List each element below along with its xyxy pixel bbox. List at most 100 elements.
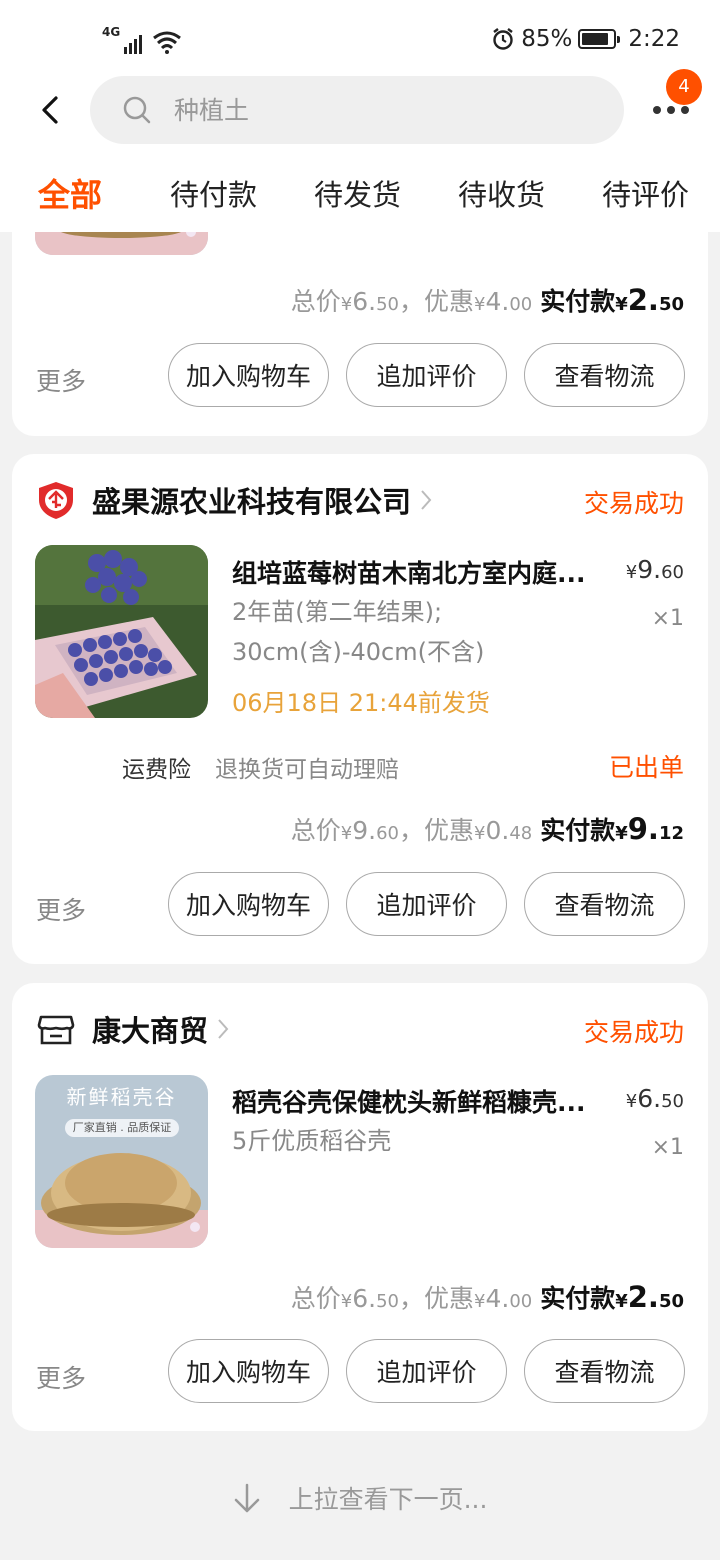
image-banner: 厂家直销 . 品质保证	[72, 1121, 172, 1134]
discount-label: 优惠	[424, 287, 475, 316]
tab-pending-receipt[interactable]: 待收货	[458, 172, 545, 214]
tab-pending-shipment[interactable]: 待发货	[314, 172, 401, 214]
paid-label: 实付款	[540, 1284, 616, 1313]
discount-label: 优惠	[424, 816, 475, 845]
paid-int: 9.	[627, 812, 659, 846]
alarm-icon	[493, 28, 513, 50]
currency-symbol: ¥	[340, 294, 353, 315]
quantity: ×1	[651, 1135, 684, 1160]
price-summary: 总价¥6.50，优惠¥4.00 实付款¥2.50	[291, 282, 684, 318]
insurance-status: 已出单	[608, 753, 684, 782]
total-int: 9.	[352, 816, 377, 845]
add-review-button[interactable]: 追加评价	[346, 343, 507, 407]
load-more-hint: 上拉查看下一页...	[0, 1480, 720, 1516]
comma-sep: ，	[398, 1284, 424, 1313]
add-to-cart-button[interactable]: 加入购物车	[168, 1339, 329, 1403]
clock: 2:22	[628, 26, 680, 52]
order-card: 康大商贸 交易成功 新鲜稻壳谷 厂家直销 . 品质保证 稻壳谷壳保健枕头新鲜稻糠…	[12, 983, 708, 1431]
paid-label: 实付款	[540, 816, 616, 845]
shipping-insurance-row[interactable]: 运费险 退换货可自动理赔	[122, 750, 399, 784]
comma-sep: ，	[398, 287, 424, 316]
network-label: 4G	[102, 25, 121, 39]
discount-label: 优惠	[424, 1284, 475, 1313]
dot-icon	[681, 106, 689, 114]
price-summary: 总价¥9.60，优惠¥0.48 实付款¥9.12	[291, 811, 684, 847]
price-int: 9.	[637, 555, 662, 584]
total-int: 6.	[352, 1284, 377, 1313]
store-icon	[37, 1015, 75, 1045]
chevron-right-icon	[218, 1019, 229, 1039]
order-card: 盛果源农业科技有限公司 交易成功 组培蓝莓树苗木南北方室内庭... ¥9.60 …	[12, 454, 708, 964]
signal-icon	[124, 30, 143, 54]
battery-fill	[582, 33, 608, 45]
back-button[interactable]	[28, 88, 72, 132]
discount-dec: 00	[509, 294, 533, 315]
dot-icon	[653, 106, 661, 114]
order-list: 总价¥6.50，优惠¥4.00 实付款¥2.50 更多 加入购物车 追加评价 查…	[0, 232, 720, 1560]
shop-row[interactable]: 康大商贸	[36, 1005, 230, 1053]
total-dec: 50	[376, 1291, 399, 1312]
order-card: 总价¥6.50，优惠¥4.00 实付款¥2.50 更多 加入购物车 追加评价 查…	[12, 232, 708, 436]
unit-price: ¥9.60	[625, 555, 684, 584]
search-input[interactable]	[174, 95, 574, 125]
view-logistics-button[interactable]: 查看物流	[524, 872, 685, 936]
image-caption: 新鲜稻壳谷	[66, 1085, 177, 1109]
product-title[interactable]: 组培蓝莓树苗木南北方室内庭...	[232, 554, 610, 590]
currency-symbol: ¥	[474, 1291, 486, 1312]
currency-symbol: ¥	[340, 1291, 353, 1312]
insurance-desc: 退换货可自动理赔	[215, 757, 399, 783]
search-box[interactable]	[90, 76, 624, 144]
more-link[interactable]: 更多	[36, 362, 86, 398]
status-right: 85% 2:22	[491, 26, 680, 52]
paid-amount: ¥9.12	[615, 812, 684, 846]
paid-label: 实付款	[540, 287, 616, 316]
message-badge: 4	[666, 69, 702, 105]
battery-percent: 85%	[521, 26, 573, 52]
quantity: ×1	[651, 606, 684, 631]
more-link[interactable]: 更多	[36, 1359, 86, 1395]
currency-symbol: ¥	[474, 294, 486, 315]
status-left: 4G	[102, 26, 182, 54]
add-review-button[interactable]: 追加评价	[346, 1339, 507, 1403]
product-thumbnail[interactable]	[35, 545, 208, 718]
header: 4	[0, 69, 720, 150]
tab-pending-payment[interactable]: 待付款	[170, 172, 257, 214]
paid-int: 2.	[627, 1280, 659, 1314]
insurance-label: 运费险	[122, 757, 191, 783]
tab-all[interactable]: 全部	[38, 170, 102, 216]
product-thumbnail[interactable]	[35, 232, 208, 255]
order-status: 交易成功	[583, 1018, 684, 1047]
paid-dec: 12	[658, 823, 684, 844]
price-dec: 50	[661, 1091, 684, 1112]
search-icon	[123, 96, 151, 124]
paid-int: 2.	[627, 283, 659, 317]
more-link[interactable]: 更多	[36, 891, 86, 927]
price-dec: 60	[661, 562, 684, 583]
shop-name: 康大商贸	[92, 1014, 209, 1048]
tab-pending-review[interactable]: 待评价	[602, 172, 689, 214]
unit-price: ¥6.50	[625, 1084, 684, 1113]
price-int: 6.	[637, 1084, 662, 1113]
product-title[interactable]: 稻壳谷壳保健枕头新鲜稻糠壳...	[232, 1083, 610, 1119]
total-dec: 50	[376, 294, 399, 315]
view-logistics-button[interactable]: 查看物流	[524, 343, 685, 407]
load-more-text: 上拉查看下一页...	[288, 1485, 488, 1514]
shop-row[interactable]: 盛果源农业科技有限公司	[36, 476, 433, 524]
total-int: 6.	[352, 287, 377, 316]
add-to-cart-button[interactable]: 加入购物车	[168, 343, 329, 407]
enterprise-shield-icon	[39, 482, 73, 519]
product-thumbnail[interactable]: 新鲜稻壳谷 厂家直销 . 品质保证	[35, 1075, 208, 1248]
add-review-button[interactable]: 追加评价	[346, 872, 507, 936]
price-summary: 总价¥6.50，优惠¥4.00 实付款¥2.50	[291, 1279, 684, 1315]
discount-dec: 48	[509, 823, 533, 844]
order-status: 交易成功	[583, 489, 684, 518]
add-to-cart-button[interactable]: 加入购物车	[168, 872, 329, 936]
paid-amount: ¥2.50	[615, 283, 684, 317]
discount-int: 0.	[485, 816, 510, 845]
status-bar: 4G 85% 2:22	[0, 0, 720, 80]
sku-line: 5斤优质稻谷壳	[232, 1127, 392, 1155]
order-tabs: 全部 待付款 待发货 待收货 待评价	[0, 150, 720, 232]
chevron-right-icon	[421, 490, 432, 510]
discount-int: 4.	[485, 1284, 510, 1313]
view-logistics-button[interactable]: 查看物流	[524, 1339, 685, 1403]
